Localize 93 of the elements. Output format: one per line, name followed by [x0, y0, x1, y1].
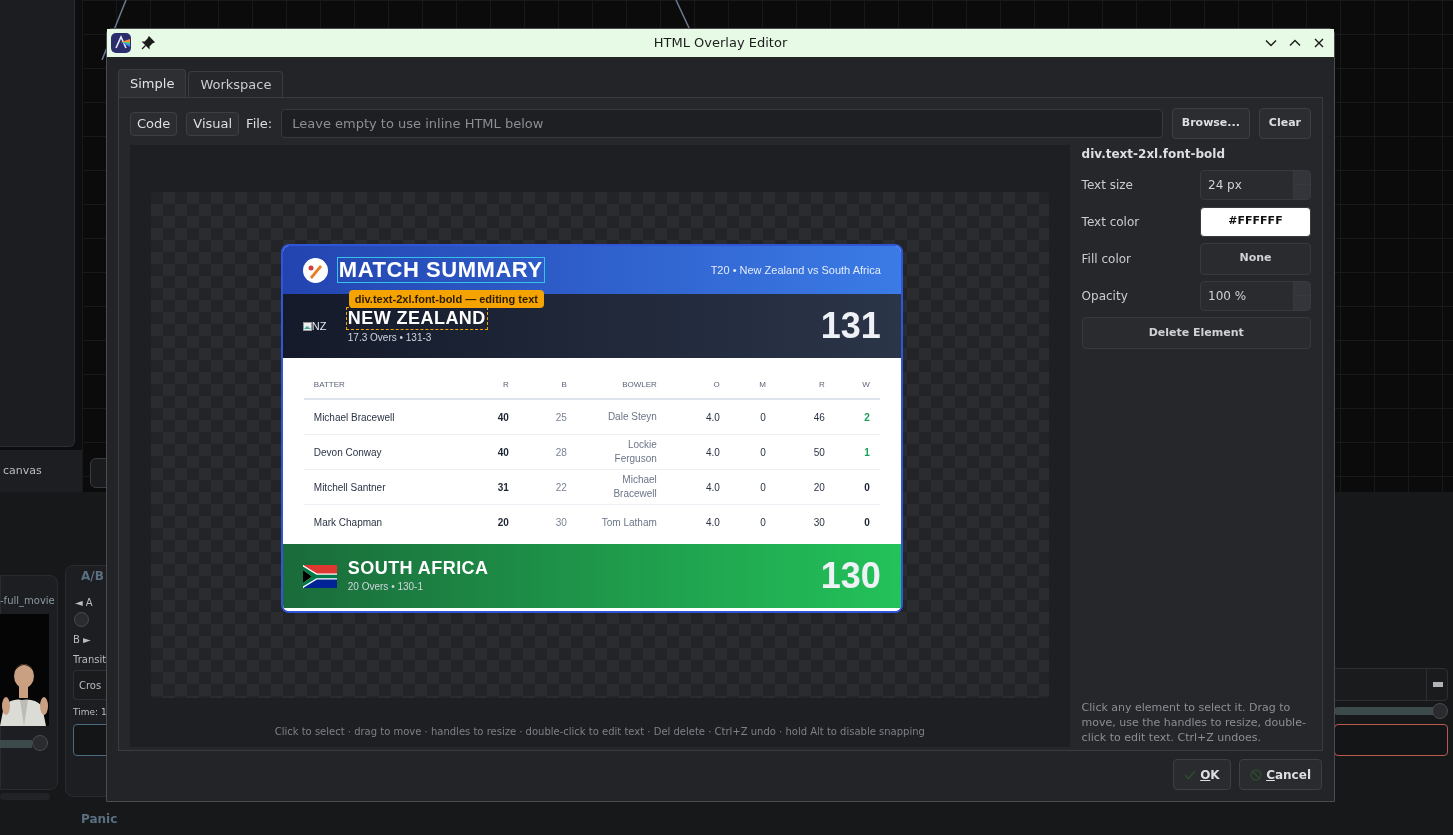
table-cell-text: 30	[554, 516, 567, 530]
field-label: File:	[246, 114, 273, 133]
field-label: Transit	[73, 653, 106, 667]
match-subtitle: T20 • New Zealand vs South Africa	[710, 262, 881, 278]
spin-box[interactable]: 100 %	[1200, 280, 1311, 311]
window-title: HTML Overlay Editor	[653, 34, 788, 53]
panel-title: Panic	[81, 811, 118, 828]
table-cell-text: 0	[863, 480, 871, 495]
table-cell-text: 0	[759, 410, 766, 425]
input-field[interactable]	[1334, 724, 1448, 756]
file-path-field[interactable]: Leave empty to use inline HTML below	[281, 109, 1163, 138]
cancel-icon	[1250, 768, 1263, 781]
file-button[interactable]: Clear	[1258, 108, 1311, 139]
flag-alt-text: NZ	[311, 318, 327, 334]
ok-button[interactable]: OK	[1173, 759, 1232, 790]
channel-label: B ►	[73, 633, 91, 647]
south-africa-flag-icon	[302, 564, 337, 588]
table-cell-text: 20	[496, 516, 509, 530]
column-header: BATTER	[313, 379, 346, 391]
column-header: B	[560, 379, 567, 391]
table-cell-text: 4.0	[704, 516, 720, 530]
field-label: Time: 1	[73, 706, 107, 719]
team-score: 131	[820, 304, 881, 348]
table-cell-text: Dale Steyn	[606, 410, 657, 424]
table-cell-text: Michael Bracewell	[612, 473, 657, 501]
help-text: Click any element to select it. Drag to move, use the handles to resize, double-click to edit text. Ctrl+Z undoes.	[1081, 700, 1307, 745]
transition-dropdown[interactable]: Cros	[73, 670, 106, 700]
table-cell-text: Lockie Ferguson	[613, 438, 657, 466]
column-header: R	[502, 379, 509, 391]
column-header: BOWLER	[621, 379, 657, 391]
table-cell-text: 40	[496, 445, 509, 460]
table-cell-text: 2	[863, 410, 871, 425]
table-cell-text: 0	[759, 516, 766, 530]
mode-button[interactable]: Code	[130, 111, 178, 136]
column-header: M	[758, 379, 766, 391]
table-cell-text: 46	[812, 410, 825, 425]
column-header: W	[861, 379, 871, 391]
table-cell-text: 50	[812, 445, 825, 460]
table-cell-text: 31	[496, 480, 509, 495]
preview-canvas[interactable]	[130, 145, 1070, 747]
tab[interactable]: Simple	[118, 69, 187, 97]
table-cell-text: 4.0	[704, 410, 720, 425]
broken-image-icon	[302, 321, 312, 331]
property-label: Fill color	[1081, 250, 1131, 268]
tab[interactable]: Workspace	[188, 71, 284, 97]
card-title: MATCH SUMMARY	[336, 257, 545, 283]
minus-icon	[1432, 682, 1443, 687]
fill-button[interactable]: None	[1200, 242, 1311, 275]
team-score: 130	[820, 554, 881, 598]
clip-name: -full_movie	[0, 594, 55, 608]
cancel-button[interactable]: Cancel	[1239, 759, 1322, 790]
table-cell-text: 25	[554, 410, 567, 425]
table-cell-text: 22	[554, 480, 567, 495]
property-label: Text size	[1081, 176, 1133, 194]
table-cell-text: 0	[759, 445, 766, 460]
team-overs: 17.3 Overs • 131-3	[347, 331, 433, 345]
team-name: SOUTH AFRICA	[347, 558, 489, 579]
element-name: div.text-2xl.font-bold	[1081, 146, 1227, 163]
slider-track[interactable]	[0, 740, 32, 748]
table-cell-text: 0	[863, 516, 871, 530]
table-cell-text: 4.0	[704, 445, 720, 460]
property-label: Text color	[1081, 213, 1140, 231]
table-cell-text: 4.0	[704, 480, 720, 495]
table-cell-text: Mitchell Santner	[313, 480, 387, 495]
table-cell-text: 1	[863, 445, 871, 460]
color-button[interactable]: #FFFFFF	[1200, 206, 1311, 237]
cricket-bat-icon	[302, 257, 328, 283]
channel-label: ◄ A	[75, 596, 93, 610]
check-icon	[1184, 768, 1197, 781]
spin-box[interactable]: 24 px	[1200, 169, 1311, 200]
table-cell-text: 40	[496, 410, 509, 425]
close-icon	[1312, 36, 1326, 50]
table-cell-text: 30	[812, 516, 825, 530]
table-cell-text: Mark Chapman	[313, 516, 384, 530]
table-cell-text: 28	[554, 445, 567, 460]
team-overs: 20 Overs • 130-1	[347, 580, 424, 594]
table-cell-text: Michael Bracewell	[313, 410, 396, 425]
table-cell-text: Devon Conway	[313, 445, 383, 460]
delete-button[interactable]: Delete Element	[1081, 317, 1311, 349]
selection-tag: div.text-2xl.font-bold — editing text	[348, 290, 544, 308]
mode-button[interactable]: Visual	[186, 111, 240, 136]
canvas-hint: Click to select · drag to move · handles to resize · double-click to edit text · Del delete · Ctrl+Z undo · hold Alt to disable snapping	[273, 725, 926, 739]
panel-label: canvas	[3, 462, 42, 479]
table-cell-text: Tom Latham	[600, 515, 657, 530]
app-icon	[111, 33, 131, 53]
column-header: O	[712, 379, 720, 391]
column-header: R	[818, 379, 825, 391]
table-cell-text: 20	[812, 480, 825, 495]
table-cell-text: 0	[759, 480, 766, 495]
panel-title: A/B	[81, 568, 104, 585]
file-button[interactable]: Browse...	[1171, 108, 1250, 139]
property-label: Opacity	[1081, 287, 1128, 305]
pin-icon	[141, 36, 155, 50]
